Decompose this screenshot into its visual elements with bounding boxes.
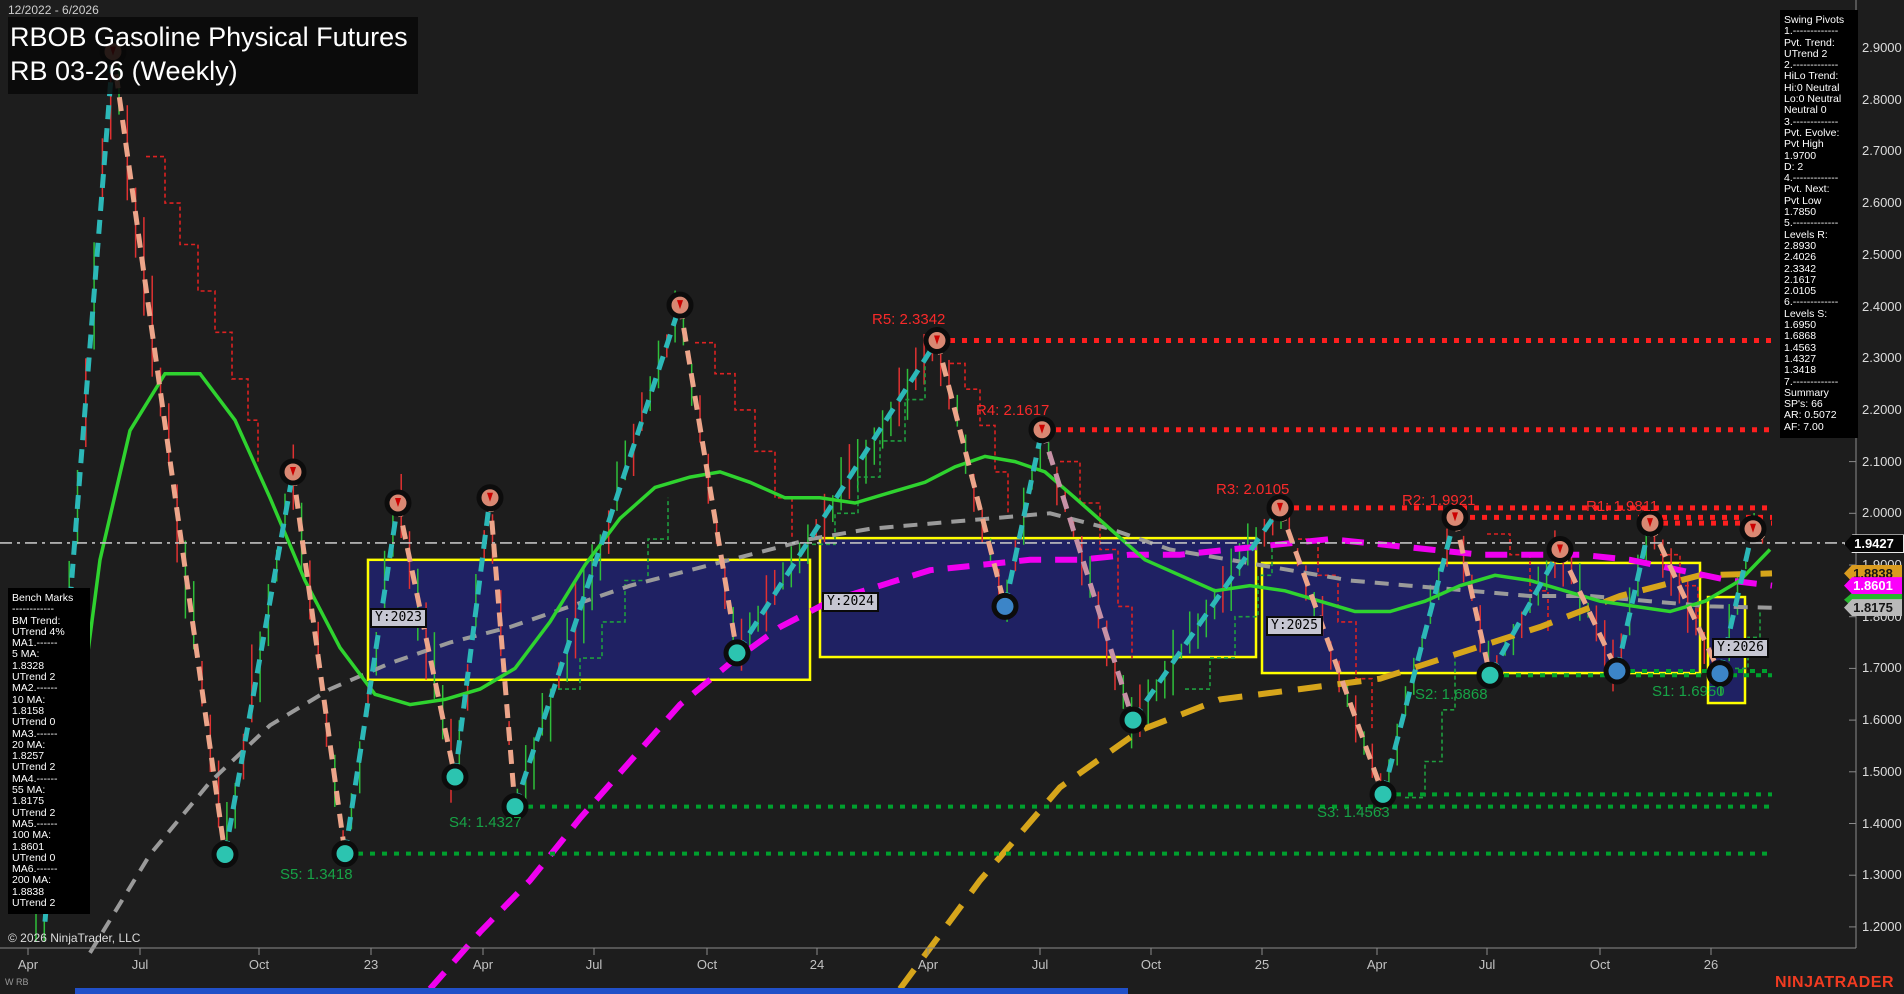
panel-line: Neutral 0	[1784, 105, 1854, 116]
panel-line: MA2.------	[12, 683, 86, 694]
panel-line: AR: 0.5072	[1784, 410, 1854, 421]
time-axis-label[interactable]: Apr	[898, 957, 958, 972]
pivot-low-marker[interactable]	[334, 843, 356, 865]
panel-line: 5.-------------	[1784, 218, 1854, 229]
pivot-mid-marker[interactable]	[994, 595, 1016, 617]
time-axis-label[interactable]: Jul	[1457, 957, 1517, 972]
chart-title-line1: RBOB Gasoline Physical Futures	[10, 20, 408, 54]
time-axis-label[interactable]: Jul	[564, 957, 624, 972]
time-axis-label[interactable]: Jul	[110, 957, 170, 972]
support-label-s4: S4: 1.4327	[449, 814, 522, 831]
time-axis-label[interactable]: Oct	[1121, 957, 1181, 972]
price-axis-label[interactable]: 2.4000	[1862, 299, 1902, 314]
panel-line: 2.4026	[1784, 252, 1854, 263]
panel-line: 1.8175	[12, 796, 86, 807]
price-axis-label[interactable]: 1.5000	[1862, 764, 1902, 779]
time-axis-label[interactable]: 23	[341, 957, 401, 972]
resistance-label-r1: R1: 1.9811	[1586, 498, 1658, 515]
year-box-label[interactable]: Y:2024	[822, 592, 879, 612]
price-marker-ma100[interactable]: 1.8601	[1844, 577, 1902, 594]
price-axis-label[interactable]: 2.7000	[1862, 143, 1902, 158]
pivot-low-marker[interactable]	[214, 844, 236, 866]
pivot-mid-marker[interactable]	[1606, 660, 1628, 682]
price-chart-canvas[interactable]	[0, 0, 1904, 994]
time-axis-label[interactable]: Jul	[1010, 957, 1070, 972]
price-axis-label[interactable]: 2.9000	[1862, 40, 1902, 55]
panel-line: 1.6868	[1784, 331, 1854, 342]
panel-line: 100 MA:	[12, 830, 86, 841]
pivot-low-marker[interactable]	[444, 766, 466, 788]
resistance-label-r2: R2: 1.9921	[1402, 492, 1475, 509]
price-axis-label[interactable]: 2.1000	[1862, 454, 1902, 469]
panel-line: UTrend 0	[12, 717, 86, 728]
price-axis-label[interactable]: 1.4000	[1862, 816, 1902, 831]
swing-down-segment	[293, 472, 345, 854]
copyright-label: © 2026 NinjaTrader, LLC	[8, 931, 140, 945]
support-label-s3: S3: 1.4563	[1317, 804, 1390, 821]
panel-line: AF: 7.00	[1784, 422, 1854, 433]
price-axis-label[interactable]: 2.8000	[1862, 92, 1902, 107]
price-marker-ma55[interactable]: 1.8175	[1844, 599, 1902, 616]
resistance-label-r5: R5: 2.3342	[872, 311, 945, 328]
time-axis-label[interactable]: 24	[787, 957, 847, 972]
panel-line: Pvt High	[1784, 139, 1854, 150]
trailing-stop-steps	[695, 343, 792, 539]
support-label-s1: S1: 1.6950	[1652, 683, 1725, 700]
price-axis-label[interactable]: 2.3000	[1862, 350, 1902, 365]
year-box-label[interactable]: Y:2023	[370, 608, 427, 628]
price-axis-label[interactable]: 2.5000	[1862, 247, 1902, 262]
price-axis-label[interactable]: 2.2000	[1862, 402, 1902, 417]
year-box-label[interactable]: Y:2026	[1712, 638, 1769, 658]
time-axis-label[interactable]: 26	[1681, 957, 1741, 972]
pivot-low-marker[interactable]	[1372, 783, 1394, 805]
bench-marks-panel: Bench Marks------------BM Trend:UTrend 4…	[8, 588, 90, 914]
price-axis-label[interactable]: 2.0000	[1862, 505, 1902, 520]
price-axis-label[interactable]: 2.6000	[1862, 195, 1902, 210]
swing-down-segment	[113, 52, 225, 855]
panel-line: ------------	[12, 604, 86, 615]
bottom-blue-bar	[75, 988, 1128, 994]
price-axis-label[interactable]: 1.2000	[1862, 919, 1902, 934]
time-axis-label[interactable]: 25	[1232, 957, 1292, 972]
pivot-low-marker[interactable]	[1122, 709, 1144, 731]
pivot-low-marker[interactable]	[726, 642, 748, 664]
panel-line: 1.-------------	[1784, 26, 1854, 37]
instrument-tag: W RB	[5, 977, 29, 987]
panel-line: 1.3418	[1784, 365, 1854, 376]
time-axis-label[interactable]: Apr	[0, 957, 58, 972]
chart-window: 12/2022 - 6/2026 RBOB Gasoline Physical …	[0, 0, 1904, 994]
swing-up-segment	[225, 472, 293, 855]
trailing-stop-steps	[950, 363, 1008, 513]
support-label-s2: S2: 1.6868	[1415, 686, 1488, 703]
ninjatrader-logo: NINJATRADER	[1775, 974, 1894, 992]
support-label-s5: S5: 1.3418	[280, 866, 353, 883]
resistance-label-r3: R3: 2.0105	[1216, 481, 1289, 498]
time-axis-label[interactable]: Oct	[229, 957, 289, 972]
price-axis-label[interactable]: 1.7000	[1862, 660, 1902, 675]
time-axis-label[interactable]: Oct	[677, 957, 737, 972]
price-axis-label[interactable]: 1.6000	[1862, 712, 1902, 727]
pivot-mid-marker[interactable]	[1709, 663, 1731, 685]
time-axis-label[interactable]: Apr	[1347, 957, 1407, 972]
trailing-stop-steps	[146, 157, 258, 462]
chart-title-line2: RB 03-26 (Weekly)	[10, 54, 408, 88]
chart-title: RBOB Gasoline Physical Futures RB 03-26 …	[8, 17, 418, 94]
resistance-label-r4: R4: 2.1617	[976, 402, 1049, 419]
year-box-label[interactable]: Y:2025	[1266, 616, 1323, 636]
price-marker-last[interactable]: 1.9427	[1844, 534, 1904, 553]
date-range-label: 12/2022 - 6/2026	[8, 3, 99, 17]
time-axis-label[interactable]: Oct	[1570, 957, 1630, 972]
panel-line: UTrend 2	[12, 898, 86, 909]
swing-pivots-panel: Swing Pivots1.-------------Pvt. Trend:UT…	[1780, 10, 1858, 438]
price-axis-label[interactable]: 1.3000	[1862, 867, 1902, 882]
pivot-low-marker[interactable]	[1479, 664, 1501, 686]
time-axis-label[interactable]: Apr	[453, 957, 513, 972]
